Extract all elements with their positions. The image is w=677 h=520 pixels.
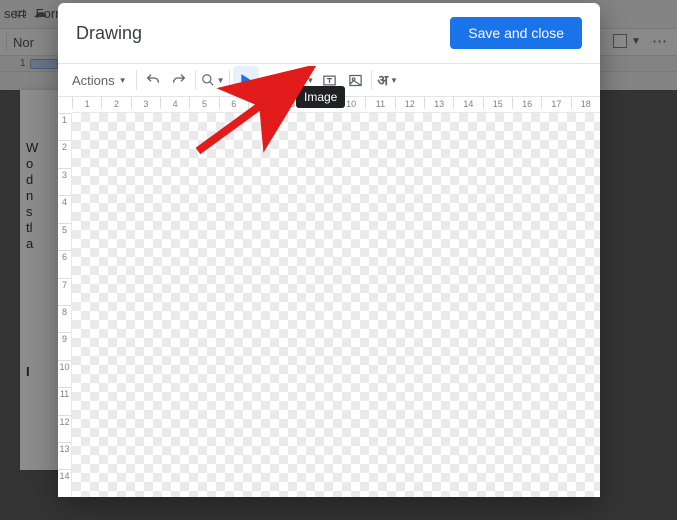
save-and-close-button[interactable]: Save and close bbox=[450, 17, 582, 49]
ruler-tick: 5 bbox=[189, 97, 218, 109]
ruler-tick: 16 bbox=[512, 97, 541, 109]
select-tool[interactable] bbox=[233, 66, 259, 94]
ruler-tick: 2 bbox=[58, 140, 71, 167]
ruler-tick: 12 bbox=[58, 415, 71, 442]
ruler-tick: 7 bbox=[58, 278, 71, 305]
drawing-canvas[interactable] bbox=[72, 113, 600, 497]
actions-menu[interactable]: Actions▼ bbox=[66, 69, 133, 92]
ruler-tick: 1 bbox=[58, 113, 71, 140]
ruler-tick: 1 bbox=[72, 97, 101, 109]
script-language-dropdown[interactable]: अ ▼ bbox=[375, 66, 400, 94]
ruler-tick: 7 bbox=[248, 97, 277, 109]
image-tool[interactable] bbox=[342, 66, 368, 94]
ruler-tick: 3 bbox=[131, 97, 160, 109]
undo-button[interactable] bbox=[140, 66, 166, 94]
ruler-tick: 11 bbox=[365, 97, 394, 109]
zoom-dropdown[interactable]: ▼ bbox=[199, 66, 227, 94]
ruler-tick: 6 bbox=[219, 97, 248, 109]
ruler-tick: 14 bbox=[58, 469, 71, 496]
ruler-tick: 9 bbox=[58, 332, 71, 359]
ruler-tick: 11 bbox=[58, 387, 71, 414]
vertical-ruler: 1234567891011121314 bbox=[58, 113, 72, 497]
line-tool[interactable]: ▼ bbox=[259, 66, 287, 94]
ruler-tick: 3 bbox=[58, 168, 71, 195]
ruler-tick: 15 bbox=[483, 97, 512, 109]
dialog-title: Drawing bbox=[76, 23, 142, 44]
ruler-tick: 13 bbox=[424, 97, 453, 109]
ruler-tick: 17 bbox=[541, 97, 570, 109]
drawing-dialog: Drawing Save and close Actions▼ ▼ ▼ ▼ bbox=[58, 3, 600, 497]
ruler-tick: 2 bbox=[101, 97, 130, 109]
ruler-tick: 6 bbox=[58, 250, 71, 277]
ruler-tick: 13 bbox=[58, 442, 71, 469]
ruler-tick: 12 bbox=[395, 97, 424, 109]
ruler-tick: 14 bbox=[453, 97, 482, 109]
ruler-tick: 4 bbox=[58, 195, 71, 222]
ruler-tick: 8 bbox=[58, 305, 71, 332]
ruler-tick: 18 bbox=[571, 97, 600, 109]
ruler-tick: 5 bbox=[58, 223, 71, 250]
ruler-tick: 4 bbox=[160, 97, 189, 109]
image-tool-tooltip: Image bbox=[296, 86, 345, 108]
ruler-tick: 10 bbox=[58, 360, 71, 387]
redo-button[interactable] bbox=[166, 66, 192, 94]
